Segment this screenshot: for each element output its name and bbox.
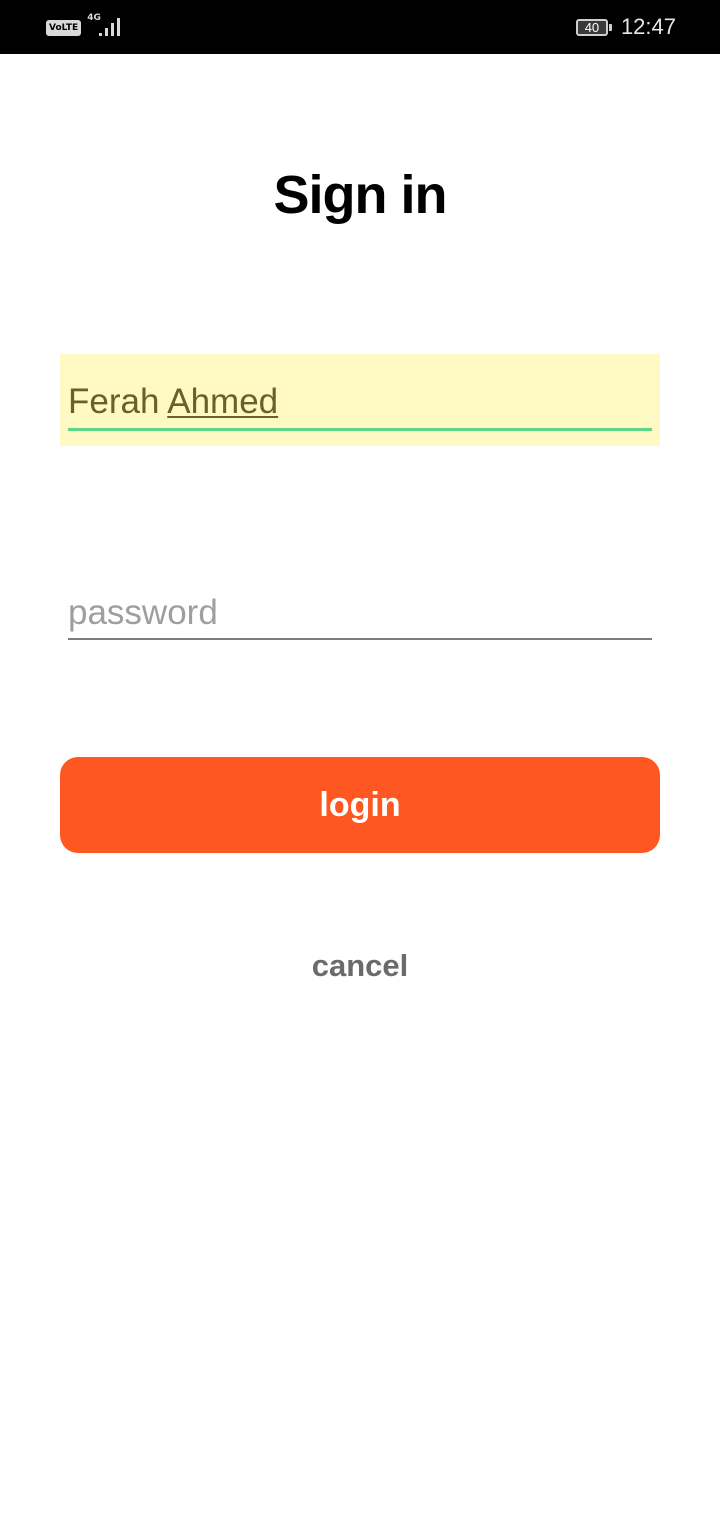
volte-icon: VoLTE (46, 20, 82, 36)
password-field[interactable] (60, 580, 660, 644)
cancel-button[interactable]: cancel (260, 940, 460, 992)
status-time: 12:47 (620, 14, 676, 39)
username-first: Ferah (68, 382, 160, 421)
signal-bars (99, 18, 121, 36)
status-bar-left: VoLTE 4G (46, 13, 123, 39)
username-last: Ahmed (167, 382, 279, 421)
battery-icon: 40 (575, 18, 612, 36)
signal-icon: 4G (87, 13, 123, 39)
password-input[interactable] (68, 590, 652, 636)
login-button[interactable]: login (60, 757, 660, 853)
username-value[interactable]: Ferah Ahmed (68, 382, 278, 422)
password-underline (68, 638, 652, 640)
status-bar-right: 40 12:47 (575, 14, 676, 40)
page-title: Sign in (273, 165, 448, 225)
username-focus-underline (68, 428, 652, 431)
username-field[interactable]: Ferah Ahmed (60, 354, 660, 446)
status-bar: VoLTE 4G 40 12:47 (0, 0, 720, 54)
